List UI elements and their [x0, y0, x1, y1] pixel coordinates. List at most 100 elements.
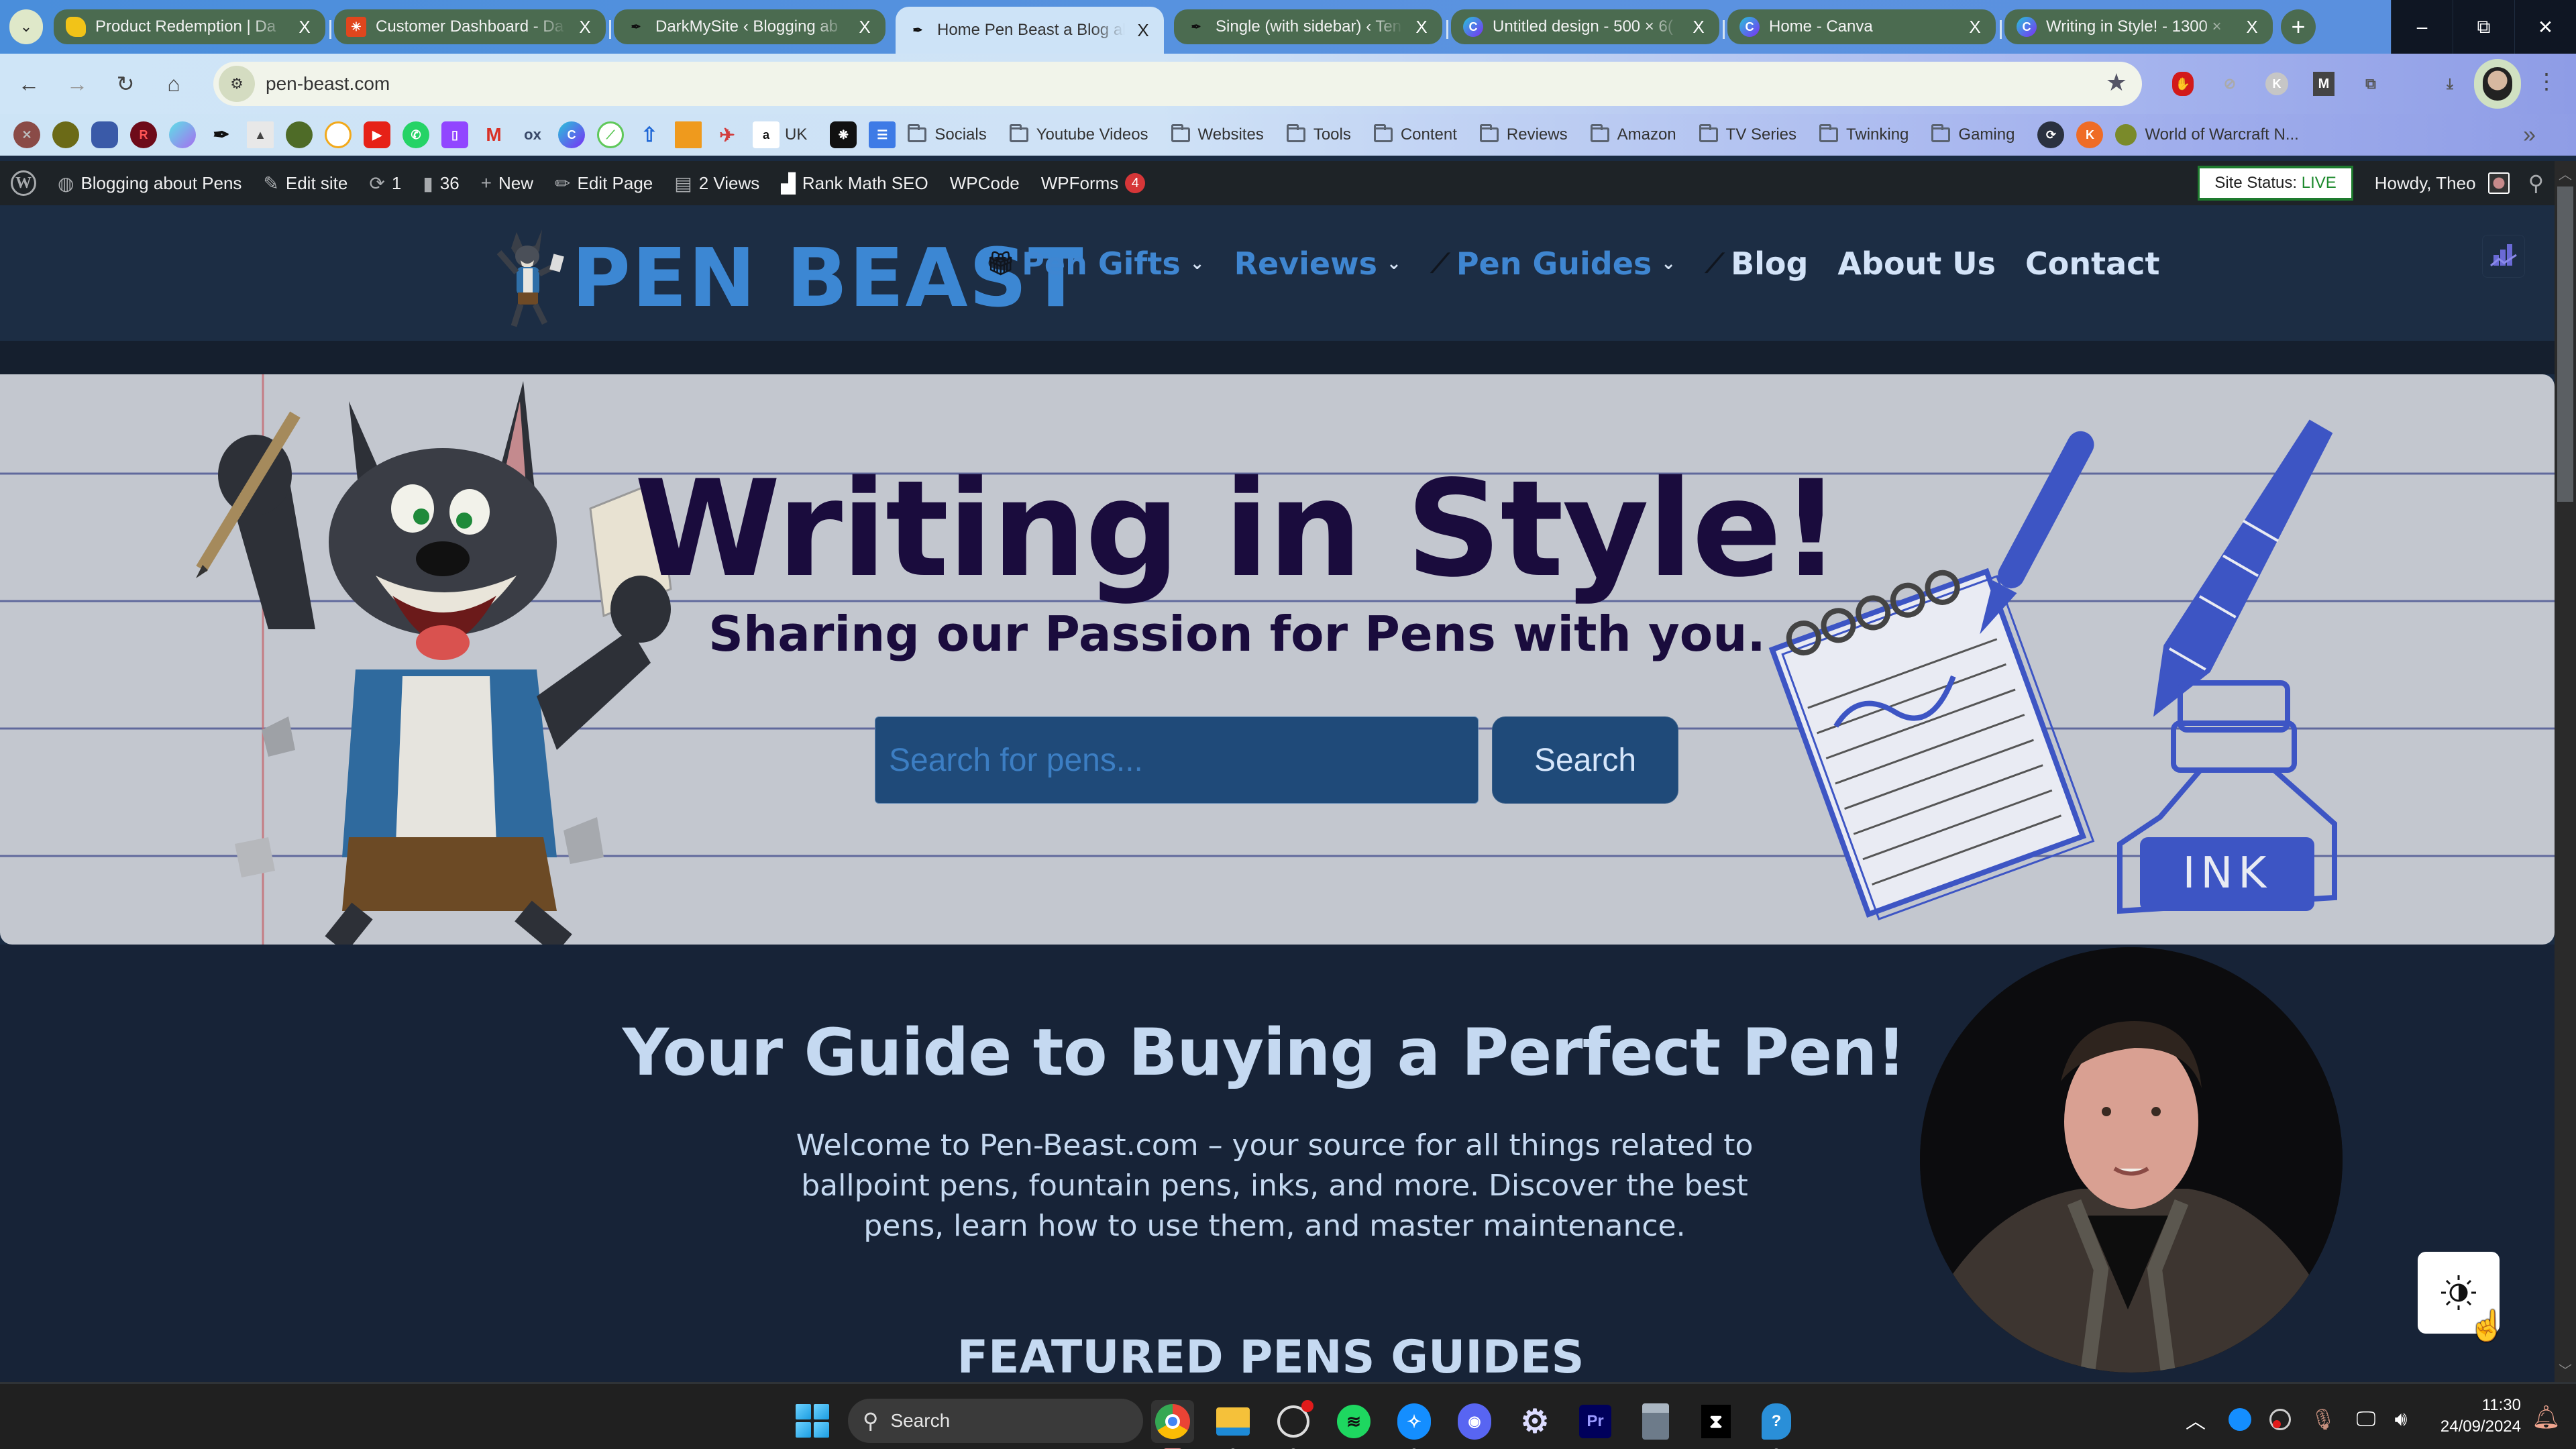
canva-icon[interactable]: C	[558, 121, 585, 148]
comments-link[interactable]: ▮ 36	[412, 161, 470, 205]
new-tab-button[interactable]: +	[2281, 9, 2316, 44]
amazon-icon[interactable]: a	[753, 121, 780, 148]
r-icon[interactable]: R	[130, 121, 157, 148]
taskbar-settings[interactable]: ⚙	[1513, 1400, 1556, 1443]
downloads-button[interactable]: ⤓	[2435, 68, 2465, 99]
arrow-icon[interactable]: ⇧	[636, 121, 663, 148]
tab-close-icon[interactable]: X	[856, 17, 873, 38]
browser-tab-active[interactable]: ✒ Home Pen Beast a Blog ab X	[896, 7, 1164, 54]
extension-k[interactable]: K	[2262, 68, 2292, 99]
wpcode-menu[interactable]: WPCode	[939, 161, 1030, 205]
minimize-button[interactable]: –	[2391, 0, 2453, 54]
bookmark-folder-gaming[interactable]: Gaming	[1931, 124, 2015, 144]
rank-math-menu[interactable]: ▟ Rank Math SEO	[770, 161, 938, 205]
browser-tab[interactable]: C Writing in Style! - 1300 × X	[2004, 9, 2273, 44]
tab-close-icon[interactable]: X	[576, 17, 594, 38]
edit-site-link[interactable]: ✎ Edit site	[252, 161, 358, 205]
tab-search-button[interactable]: ⌄	[9, 9, 43, 44]
green-icon[interactable]: ⟋	[597, 121, 624, 148]
extensions-button[interactable]: ⧉	[2356, 68, 2385, 99]
browser-tab[interactable]: Product Redemption | Da X	[54, 9, 325, 44]
browser-tab[interactable]: ✒ DarkMySite ‹ Blogging ab X	[614, 9, 885, 44]
tab-close-icon[interactable]: X	[296, 17, 313, 38]
search-icon[interactable]: ⚲	[2528, 170, 2544, 196]
start-button[interactable]	[796, 1404, 829, 1438]
my-account-menu[interactable]: Howdy, Theo	[2375, 161, 2510, 205]
wp-logo-menu[interactable]: W	[0, 161, 47, 205]
taskbar-calculator[interactable]	[1634, 1400, 1677, 1443]
warcraft-icon[interactable]	[52, 121, 79, 148]
taskbar-capcut[interactable]: ⧗	[1695, 1400, 1737, 1443]
bookmark-folder-youtube-videos[interactable]: Youtube Videos	[1009, 124, 1148, 144]
back-button[interactable]: ←	[13, 68, 44, 99]
tray-overflow-button[interactable]: ︿	[2180, 1404, 2211, 1435]
extension-blocked[interactable]: ⊘	[2215, 68, 2245, 99]
bookmark-folder-tools[interactable]: Tools	[1286, 124, 1351, 144]
browser-tab[interactable]: C Untitled design - 500 × 6( X	[1451, 9, 1719, 44]
address-bar[interactable]: ⚙ pen-beast.com ★	[213, 62, 2142, 106]
swirl-icon[interactable]	[169, 121, 196, 148]
nav-item-pen-guides[interactable]: ⟋ Pen Guides ⌄	[1431, 246, 1676, 282]
nav-item-about-us[interactable]: About Us	[1837, 246, 1996, 282]
bookmark-folder-tv-series[interactable]: TV Series	[1699, 124, 1796, 144]
taskbar-discord[interactable]: ◉	[1453, 1400, 1496, 1443]
browser-menu-button[interactable]: ⋮	[2536, 68, 2557, 94]
scrollbar-thumb[interactable]	[2557, 186, 2573, 502]
nav-item-contact[interactable]: Contact	[2025, 246, 2159, 282]
wpforms-menu[interactable]: WPForms 4	[1030, 161, 1157, 205]
updates-link[interactable]: ⟳ 1	[358, 161, 412, 205]
views-link[interactable]: ▤ 2 Views	[663, 161, 770, 205]
forward-button[interactable]: →	[62, 68, 93, 99]
home-button[interactable]: ⌂	[158, 68, 189, 99]
notification-bell-icon[interactable]: 🔔︎	[2532, 1404, 2561, 1431]
scroll-up-icon[interactable]: ︿	[2555, 164, 2576, 183]
docs-icon[interactable]: ☰	[869, 121, 896, 148]
taskbar-battlenet[interactable]: ✧	[1393, 1400, 1436, 1449]
circle-icon[interactable]	[325, 121, 352, 148]
scroll-down-icon[interactable]: ﹀	[2555, 1360, 2576, 1379]
wolf-icon[interactable]: ▲	[247, 121, 274, 148]
bookmark-folder-twinking[interactable]: Twinking	[1819, 124, 1909, 144]
tab-close-icon[interactable]: X	[1413, 17, 1430, 38]
tray-network[interactable]: 🖵︎	[2351, 1404, 2381, 1435]
tab-close-icon[interactable]: X	[1690, 17, 1707, 38]
site-info-button[interactable]: ⚙	[219, 66, 255, 102]
tray-obs[interactable]	[2265, 1404, 2296, 1435]
browser-tab[interactable]: ✒ Single (with sidebar) ‹ Ten X	[1174, 9, 1442, 44]
bookmark-folder-socials[interactable]: Socials	[908, 124, 987, 144]
taskbar-spotify[interactable]: ≋	[1332, 1400, 1375, 1443]
close-window-button[interactable]: ✕	[2514, 0, 2576, 54]
nav-item-reviews[interactable]: Reviews ⌄	[1234, 246, 1401, 282]
stats-widget-button[interactable]	[2482, 235, 2525, 278]
bookmark-star-icon[interactable]: ★	[2106, 68, 2127, 97]
tab-close-icon[interactable]: X	[1134, 20, 1152, 41]
character-icon[interactable]	[91, 121, 118, 148]
bookmark-folder-reviews[interactable]: Reviews	[1479, 124, 1568, 144]
nav-item-blog[interactable]: ⟋ Blog	[1705, 246, 1808, 282]
taskbar-premiere[interactable]: Pr	[1574, 1400, 1617, 1443]
page-scrollbar[interactable]: ︿ ﹀	[2555, 161, 2576, 1382]
bookmark-folder-websites[interactable]: Websites	[1171, 124, 1264, 144]
url-text[interactable]: pen-beast.com	[266, 73, 390, 95]
leaf-icon[interactable]	[286, 121, 313, 148]
system-clock[interactable]: 11:30 24/09/2024	[2434, 1395, 2521, 1438]
hero-search-input[interactable]: Search for pens...	[875, 716, 1479, 804]
nav-item-pen-gifts[interactable]: 🎁︎ Pen Gifts ⌄	[986, 246, 1205, 282]
browser-tab[interactable]: C Home - Canva X	[1727, 9, 1996, 44]
reload-button[interactable]: ↻	[110, 68, 141, 99]
ox-icon[interactable]: ox	[519, 121, 546, 148]
tab-close-icon[interactable]: X	[2243, 17, 2261, 38]
taskbar-chrome[interactable]	[1151, 1400, 1194, 1449]
book-icon[interactable]	[675, 121, 702, 148]
whatsapp-icon[interactable]: ✆	[402, 121, 429, 148]
bookmark-folder-content[interactable]: Content	[1373, 124, 1457, 144]
taskbar-obs[interactable]	[1272, 1400, 1315, 1449]
pen-icon[interactable]: ✒	[208, 121, 235, 148]
new-content-menu[interactable]: + New	[470, 161, 544, 205]
tray-volume[interactable]: 🔊︎	[2385, 1404, 2416, 1435]
taskbar-get-help[interactable]: ?	[1755, 1400, 1798, 1449]
bookmark-amazon-uk[interactable]: UK	[785, 125, 807, 144]
taskbar-search[interactable]: ⚲ Search	[848, 1399, 1143, 1443]
edit-page-link[interactable]: ✏ Edit Page	[544, 161, 663, 205]
site-name-menu[interactable]: ◍ Blogging about Pens	[47, 161, 252, 205]
